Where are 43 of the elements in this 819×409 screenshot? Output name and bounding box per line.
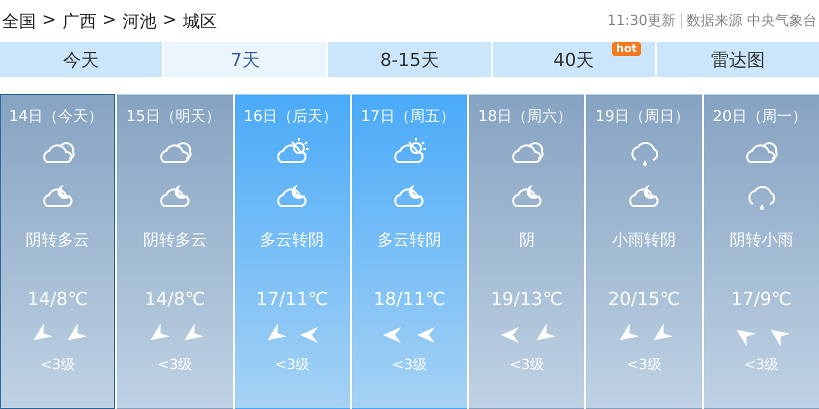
forecast-tab[interactable]: 今天 [0, 42, 162, 77]
data-source: 数据来源 中央气象台 [686, 12, 817, 30]
day-date: 14日（今天） [8, 107, 104, 126]
forecast-tab[interactable]: 雷达图 [656, 42, 819, 77]
breadcrumb-separator: > [42, 10, 56, 32]
temperature: 14/8℃ [144, 289, 206, 310]
day-date: 20日（周一） [712, 107, 807, 126]
wind-level: <3级 [392, 356, 427, 374]
breadcrumb-separator: > [102, 10, 116, 32]
day-date: 16日（后天） [242, 107, 338, 126]
weather-text: 多云转阴 [377, 230, 442, 251]
weather-text: 阴 [518, 230, 535, 251]
temperature: 20/15℃ [608, 289, 680, 310]
wind-level: <3级 [626, 356, 662, 374]
wind-level: <3级 [40, 356, 75, 374]
wind-level: <3级 [158, 356, 192, 374]
temperature: 18/11℃ [373, 289, 446, 310]
day-date: 18日（周六） [477, 107, 572, 126]
weather-text: 小雨转阴 [612, 230, 676, 251]
wind-level: <3级 [744, 356, 779, 374]
weather-text: 阴转多云 [26, 230, 90, 251]
weather-text: 多云转阴 [260, 230, 324, 251]
hot-badge: hot [612, 42, 641, 56]
forecast-tab[interactable]: 40天 hot [492, 42, 655, 77]
breadcrumb-link[interactable]: 全国 [2, 10, 36, 32]
temperature: 14/8℃ [27, 289, 88, 310]
wind-level: <3级 [509, 356, 544, 374]
temperature: 17/11℃ [256, 289, 328, 310]
update-time: 11:30更新 [607, 12, 676, 30]
weather-text: 阴转小雨 [729, 230, 794, 251]
wind-level: <3级 [274, 356, 310, 374]
forecast-tab[interactable]: 8-15天 [328, 42, 491, 77]
breadcrumb-link[interactable]: 河池 [122, 10, 156, 32]
breadcrumb-link[interactable]: 广西 [62, 10, 96, 32]
breadcrumb-link[interactable]: 城区 [182, 10, 217, 32]
day-date: 19日（周日） [594, 107, 690, 126]
breadcrumb-separator: > [162, 10, 177, 32]
temperature: 19/13℃ [490, 289, 563, 310]
forecast-tab[interactable]: 7天 [164, 42, 326, 77]
day-date: 15日（明天） [125, 107, 220, 126]
day-date: 17日（周五） [360, 107, 455, 126]
temperature: 17/9℃ [731, 289, 792, 310]
weather-text: 阴转多云 [142, 230, 207, 251]
